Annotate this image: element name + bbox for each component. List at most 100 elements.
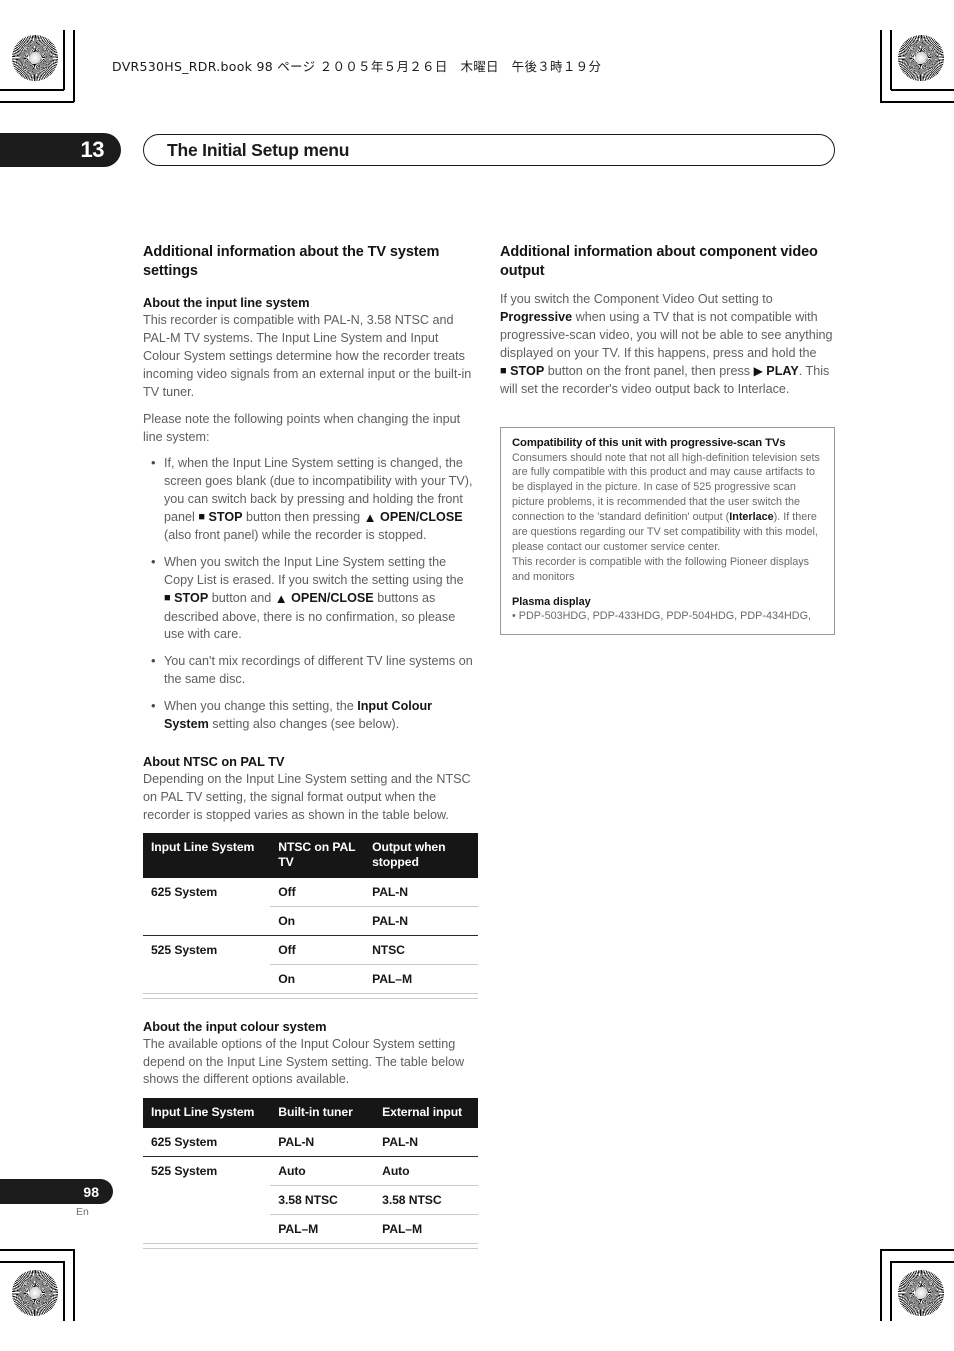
- registration-target-bottom-right-upper: [906, 1225, 936, 1255]
- note-box-title: Compatibility of this unit with progress…: [512, 436, 786, 449]
- manual-page: DVR530HS_RDR.book 98 ページ ２００５年５月２６日 木曜日 …: [0, 0, 954, 1351]
- table-bottom-rule: [143, 1247, 478, 1249]
- column-header: NTSC on PAL TV: [270, 833, 365, 878]
- table-row: 625 System Off PAL-N: [143, 877, 478, 907]
- table-cell: 625 System: [143, 1127, 271, 1157]
- table-cell: 525 System: [151, 942, 218, 957]
- bullet-text: You can't mix recordings of different TV…: [164, 654, 473, 687]
- registration-starburst-top-left: [12, 35, 58, 81]
- column-header: Output when stopped: [364, 833, 478, 878]
- table-bottom-rule: [143, 997, 478, 999]
- table-cell: 525 System: [151, 1163, 218, 1178]
- column-header: External input: [374, 1098, 478, 1128]
- table-row: On PAL-N: [143, 906, 478, 936]
- list-item: You can't mix recordings of different TV…: [151, 652, 478, 689]
- crop-rule-top-left-v: [63, 30, 65, 90]
- bullet-bold-stop: STOP: [174, 591, 209, 606]
- table-header-row: Input Line System Built-in tuner Externa…: [143, 1098, 478, 1128]
- heading-ntsc-on-pal-tv: About NTSC on PAL TV: [143, 753, 285, 769]
- crop-rule-top-right-h: [891, 89, 954, 91]
- table-cell: NTSC: [364, 935, 478, 965]
- list-item: If, when the Input Line System setting i…: [151, 454, 478, 545]
- heading-input-line-system: About the input line system: [143, 295, 310, 311]
- registration-target-top-right-lower: [906, 95, 936, 125]
- column-header: Input Line System: [143, 833, 271, 878]
- note-box-body-displays: This recorder is compatible with the fol…: [512, 555, 810, 583]
- registration-target-bottom-right: [858, 1276, 888, 1306]
- table-cell: Auto: [270, 1156, 375, 1186]
- table-cell: 3.58 NTSC: [374, 1185, 478, 1215]
- table-cell: Off: [270, 935, 365, 965]
- crop-rule-top-right-v: [890, 30, 892, 90]
- registration-target-bottom-left-upper: [18, 1225, 48, 1255]
- left-section-title: Additional information about the TV syst…: [143, 244, 440, 280]
- book-file-header: DVR530HS_RDR.book 98 ページ ２００５年５月２６日 木曜日 …: [112, 59, 602, 74]
- input-line-system-bullet-list: If, when the Input Line System setting i…: [143, 454, 478, 734]
- list-item: When you switch the Input Line System se…: [151, 553, 478, 644]
- bullet-bold-open-close: OPEN/CLOSE: [380, 510, 463, 524]
- crop-rule-bottom-right-h: [891, 1261, 954, 1263]
- right-column: Additional information about component v…: [500, 243, 835, 636]
- play-icon: ▶: [753, 363, 763, 378]
- table-row: 3.58 NTSC 3.58 NTSC: [143, 1185, 478, 1215]
- stop-icon: ■: [500, 364, 507, 377]
- chapter-title-pill: The Initial Setup menu: [143, 134, 835, 166]
- note-box-subheading-plasma: Plasma display: [512, 595, 591, 608]
- column-header: Input Line System: [143, 1098, 271, 1128]
- right-section-title: Additional information about component v…: [500, 244, 818, 280]
- registration-target-top-left: [66, 44, 96, 74]
- page-number-tab: 98: [0, 1179, 113, 1204]
- left-column: Additional information about the TV syst…: [143, 243, 478, 1249]
- table-cell: PAL-N: [364, 877, 478, 907]
- registration-target-top-left-lower: [18, 95, 48, 125]
- table-row: 625 System PAL-N PAL-N: [143, 1127, 478, 1157]
- crop-rule-bottom-left-v: [63, 1261, 65, 1321]
- page-number: 98: [83, 1183, 99, 1200]
- column-header: Built-in tuner: [270, 1098, 375, 1128]
- registration-target-top-right: [858, 44, 888, 74]
- table-cell: [143, 1185, 270, 1214]
- bullet-bold-stop: STOP: [208, 510, 243, 524]
- stop-icon: ■: [164, 592, 171, 605]
- registration-target-bottom-left: [66, 1276, 96, 1306]
- table-row: 525 System Off NTSC: [143, 935, 478, 965]
- table-header-row: Input Line System NTSC on PAL TV Output …: [143, 833, 478, 878]
- table-cell: [143, 906, 271, 936]
- bullet-text: When you switch the Input Line System se…: [164, 555, 464, 588]
- progressive-scan-compatibility-box: Compatibility of this unit with progress…: [500, 426, 835, 636]
- table-cell: 625 System: [151, 884, 218, 899]
- eject-icon: ▲: [274, 591, 288, 607]
- bold-stop: STOP: [510, 363, 545, 378]
- table-row: On PAL–M: [143, 964, 478, 994]
- crop-rule-bottom-right-v: [890, 1261, 892, 1321]
- note-box-model-list: • PDP-503HDG, PDP-433HDG, PDP-504HDG, PD…: [512, 609, 811, 622]
- paragraph-ntsc-on-pal-tv: Depending on the Input Line System setti…: [143, 771, 471, 822]
- registration-target-bottom-center: [462, 1272, 492, 1302]
- table-cell: PAL–M: [270, 1214, 375, 1244]
- table-cell: [143, 1214, 271, 1244]
- table-cell: PAL-N: [364, 906, 478, 936]
- bullet-bold-open-close: OPEN/CLOSE: [291, 591, 374, 606]
- paragraph-text: button on the front panel, then press: [544, 363, 754, 378]
- table-cell: On: [270, 906, 365, 936]
- table-ntsc-on-pal: Input Line System NTSC on PAL TV Output …: [143, 833, 478, 994]
- paragraph-text: If you switch the Component Video Out se…: [500, 292, 773, 307]
- table-cell: PAL–M: [364, 964, 478, 994]
- table-cell: Off: [270, 877, 365, 907]
- chapter-number: 13: [80, 137, 105, 162]
- table-cell: 3.58 NTSC: [270, 1185, 375, 1215]
- paragraph-input-colour-system: The available options of the Input Colou…: [143, 1036, 465, 1087]
- bullet-text: (also front panel) while the recorder is…: [164, 528, 427, 543]
- table-cell: On: [270, 964, 365, 994]
- bold-play: PLAY: [766, 363, 799, 378]
- paragraph-input-line-system-1: This recorder is compatible with PAL-N, …: [143, 313, 472, 399]
- table-cell: [143, 964, 271, 994]
- bullet-text: button and: [208, 591, 275, 606]
- registration-starburst-bottom-right: [898, 1270, 944, 1316]
- table-input-colour-system: Input Line System Built-in tuner Externa…: [143, 1098, 478, 1244]
- chapter-number-tab: 13: [0, 133, 121, 167]
- crop-rule-top-left-h: [0, 89, 64, 91]
- registration-target-mid-left: [20, 661, 50, 691]
- table-row: PAL–M PAL–M: [143, 1214, 478, 1244]
- list-item: When you change this setting, the Input …: [151, 697, 478, 734]
